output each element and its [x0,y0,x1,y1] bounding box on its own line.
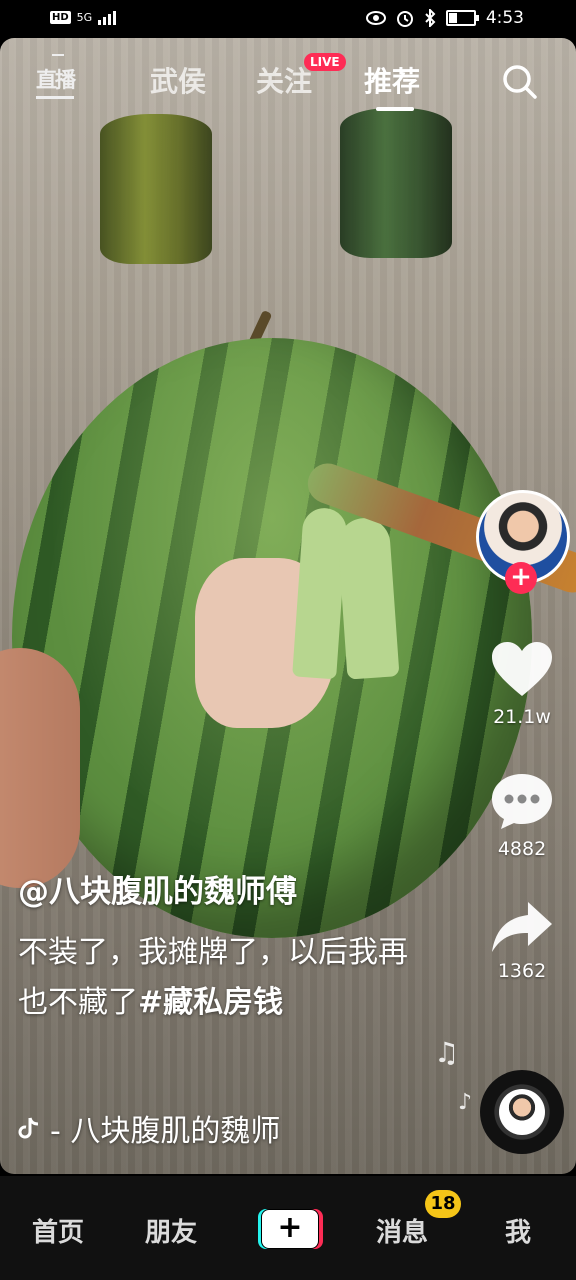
top-nav: 直播 武侯 关注 LIVE 推荐 [0,38,576,118]
alarm-icon [396,11,413,27]
create-button[interactable]: + [258,1209,323,1249]
music-note-small-icon: ♪ [458,1090,473,1115]
nav-friends[interactable]: 朋友 [145,1212,197,1249]
hashtag-link[interactable]: #藏私房钱 [138,985,283,1020]
music-note-icon: ♫ [434,1036,460,1069]
share-arrow-icon [492,902,552,952]
hd-badge: HD [50,10,71,24]
music-disc[interactable] [480,1070,564,1154]
messages-badge: 18 [425,1190,461,1218]
tiktok-note-icon [18,1117,39,1139]
share-count: 1362 [497,960,547,982]
author-name[interactable]: @八块腹肌的魏师傅 [18,866,297,911]
search-icon[interactable] [500,62,540,102]
comment-icon [492,774,552,829]
hand [0,648,80,888]
tab-recommended[interactable]: 推荐 [364,60,420,100]
peel-strip-2 [336,516,400,680]
plus-icon: + [261,1209,319,1249]
signal-icon [98,9,117,25]
music-title: - 八块腹肌的魏师 [50,1114,281,1149]
share-button[interactable]: 1362 [476,900,568,982]
nav-messages[interactable]: 消息 [376,1212,428,1249]
bottom-nav: 首页 朋友 + 消息 18 我 [0,1176,576,1280]
live-badge: LIVE [304,53,346,71]
author-avatar[interactable]: + [476,490,570,594]
follow-button[interactable]: + [505,562,537,594]
like-count: 21.1w [493,706,551,728]
tab-local[interactable]: 武侯 [150,60,206,100]
heart-icon [492,642,552,696]
live-entry-label: 直播 [36,64,76,99]
video-description: 不装了，我摊牌了，以后我再也不藏了#藏私房钱 [18,928,418,1028]
like-button[interactable]: 21.1w [476,640,568,728]
bluetooth-icon [425,9,436,27]
music-disc-cover [499,1089,545,1135]
network-indicator: HD 5G [50,9,117,25]
battery-icon [445,10,479,26]
eye-icon [365,11,386,25]
status-bar: HD 5G 4:53 [0,0,576,38]
clock: 4:53 [485,8,524,28]
comment-count: 4882 [497,838,547,860]
video-cup-left [100,114,212,264]
nav-me[interactable]: 我 [505,1212,531,1249]
network-type: 5G [76,10,93,24]
music-info[interactable]: - 八块腹肌的魏师 [18,1106,280,1150]
tab-following[interactable]: 关注 [256,60,312,100]
video-cup-right [340,108,452,258]
comment-button[interactable]: 4882 [476,770,568,860]
live-tv-icon[interactable]: 直播 [36,54,80,99]
nav-home[interactable]: 首页 [32,1212,84,1249]
active-tab-indicator [376,107,414,111]
